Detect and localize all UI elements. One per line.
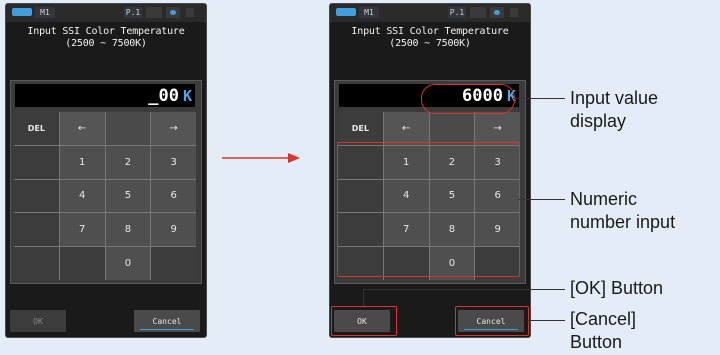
digit-key-3[interactable]: 3	[151, 145, 196, 179]
screen-title: Input SSI Color Temperature (2500 ~ 7500…	[6, 26, 206, 50]
title-line: Input SSI Color Temperature	[351, 26, 509, 37]
numeric-input-callout	[337, 142, 520, 277]
digit-key-6[interactable]: 6	[151, 179, 196, 213]
digit-key-5[interactable]: 5	[105, 179, 151, 213]
input-value: _00	[148, 86, 179, 106]
battery-icon	[12, 8, 32, 16]
status-icon	[470, 7, 486, 18]
leader-line	[363, 289, 364, 306]
battery-icon	[336, 8, 356, 16]
leader-line	[518, 199, 565, 200]
transition-arrow-icon	[222, 153, 300, 163]
digit-key-2[interactable]: 2	[105, 145, 151, 179]
device-before: M1 P.1 Input SSI Color Temperature (2500…	[5, 3, 207, 338]
del-key[interactable]: DEL	[338, 112, 383, 145]
blank-key	[429, 112, 475, 145]
cancel-button-label: [Cancel] Button	[570, 309, 637, 352]
digit-key-9[interactable]: 9	[151, 213, 196, 247]
status-bar: M1 P.1	[6, 4, 206, 22]
input-value-display: _00 K	[15, 84, 195, 107]
title-range: (2500 ~ 7500K)	[65, 38, 147, 49]
screen-title: Input SSI Color Temperature (2500 ~ 7500…	[330, 26, 530, 50]
input-value-label: Input value display	[570, 88, 659, 131]
ok-button-callout	[331, 306, 397, 336]
blank-key	[151, 247, 196, 280]
blank-key	[14, 145, 59, 179]
blank-key	[14, 247, 59, 280]
light-icon	[490, 7, 504, 18]
right-arrow-key[interactable]: →	[151, 112, 196, 145]
keypad-frame: _00 K DEL ← → 1 2 3 4 5 6 7 8 9 0	[10, 80, 202, 284]
memory-icon	[186, 8, 194, 17]
title-line: Input SSI Color Temperature	[27, 26, 185, 37]
leader-line	[363, 289, 565, 290]
leader-line	[513, 98, 565, 99]
digit-key-7[interactable]: 7	[59, 213, 105, 247]
status-icon	[146, 7, 162, 18]
numeric-keypad: DEL ← → 1 2 3 4 5 6 7 8 9 0	[14, 112, 196, 280]
page-indicator: P.1	[124, 7, 142, 18]
left-arrow-key[interactable]: ←	[59, 112, 105, 145]
ok-button[interactable]: OK	[10, 310, 66, 332]
leader-line	[527, 320, 565, 321]
ok-button-label: [OK] Button	[570, 278, 664, 298]
left-arrow-key[interactable]: ←	[383, 112, 429, 145]
blank-key	[14, 179, 59, 213]
light-icon	[166, 7, 180, 18]
digit-key-4[interactable]: 4	[59, 179, 105, 213]
right-arrow-key[interactable]: →	[475, 112, 520, 145]
cancel-button-callout	[455, 306, 529, 336]
del-key[interactable]: DEL	[14, 112, 59, 145]
status-bar: M1 P.1	[330, 4, 530, 22]
blank-key	[105, 112, 151, 145]
mode-indicator: M1	[35, 7, 55, 18]
unit-label: K	[182, 87, 192, 105]
input-value-callout	[421, 84, 515, 114]
digit-key-1[interactable]: 1	[59, 145, 105, 179]
mode-indicator: M1	[359, 7, 379, 18]
cancel-button[interactable]: Cancel	[134, 310, 200, 332]
memory-icon	[510, 8, 518, 17]
digit-key-0[interactable]: 0	[105, 247, 151, 280]
digit-key-8[interactable]: 8	[105, 213, 151, 247]
title-range: (2500 ~ 7500K)	[389, 38, 471, 49]
numeric-input-label: Numeric number input	[570, 189, 676, 232]
blank-key	[14, 213, 59, 247]
blank-key	[59, 247, 105, 280]
page-indicator: P.1	[448, 7, 466, 18]
